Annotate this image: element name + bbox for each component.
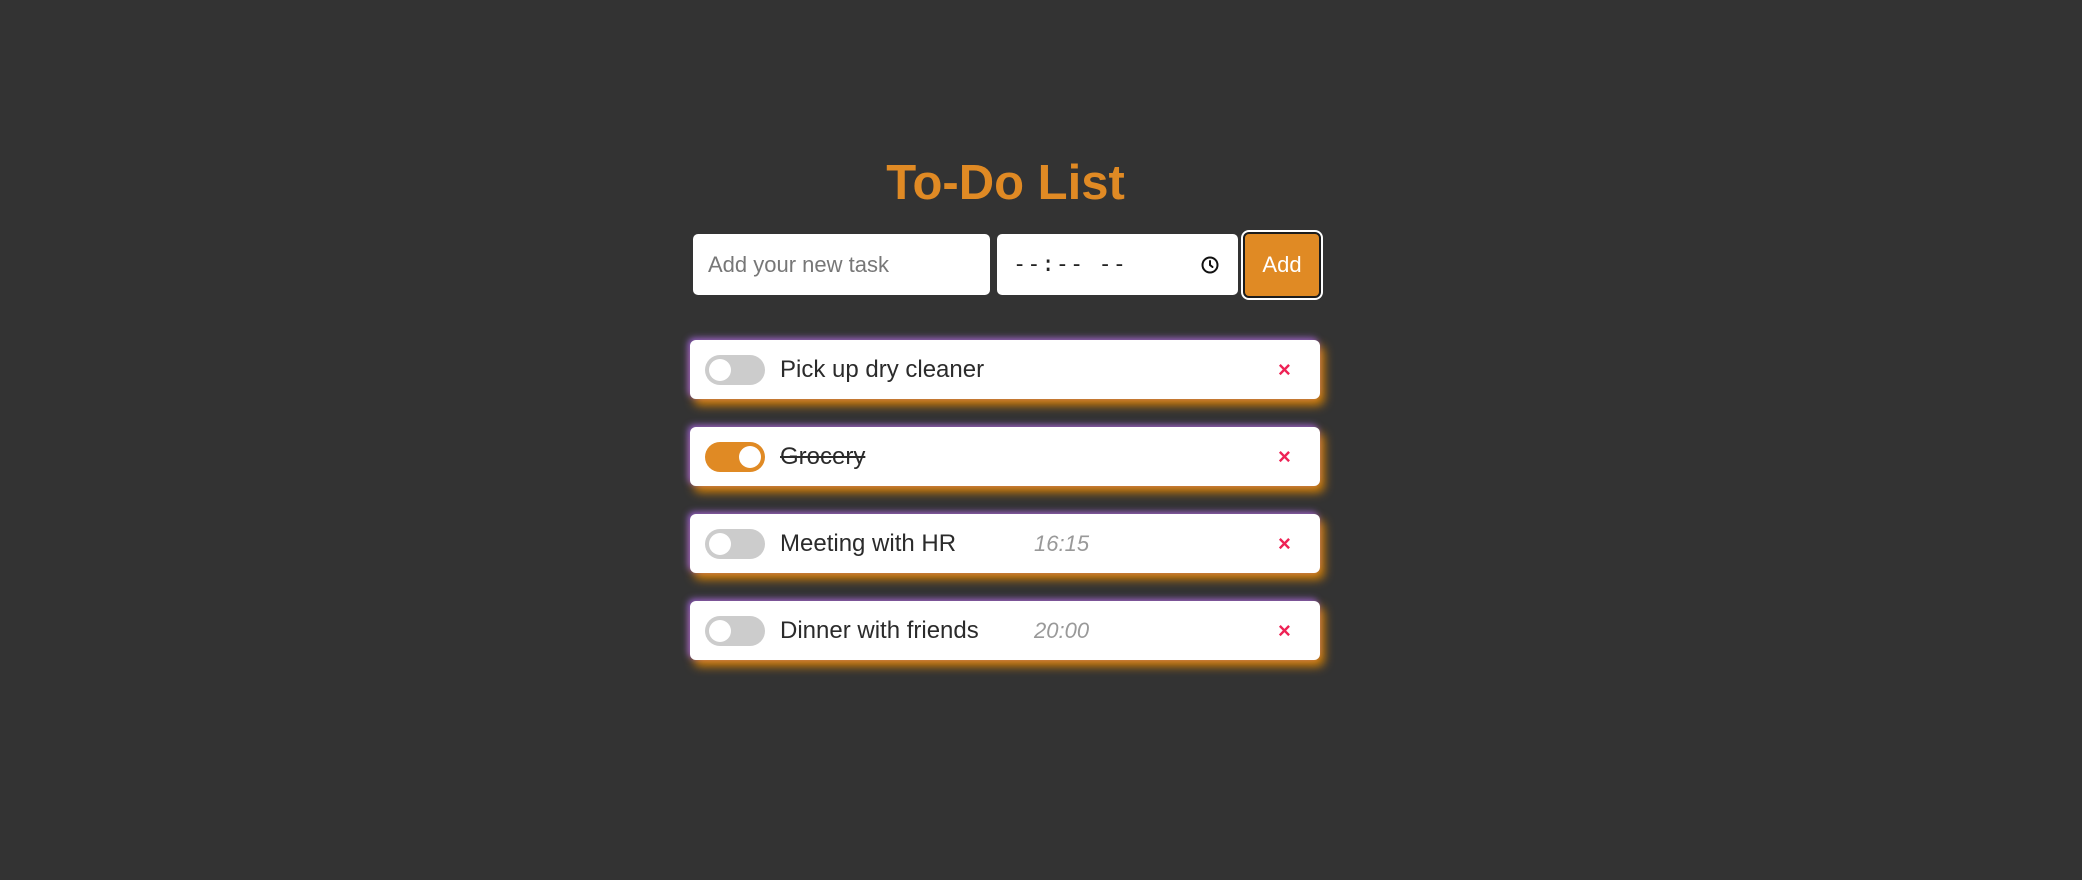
time-input-placeholder: --:-- --: [1013, 252, 1127, 277]
time-input[interactable]: --:-- --: [997, 234, 1238, 295]
toggle-knob: [709, 533, 731, 555]
page-title: To-Do List: [886, 156, 1125, 210]
close-icon[interactable]: ×: [1278, 514, 1291, 573]
task-text: Dinner with friends: [780, 617, 979, 644]
clock-icon[interactable]: [1200, 255, 1220, 275]
task-text: Grocery: [780, 443, 866, 470]
list-item: Dinner with friends 20:00 ×: [690, 601, 1320, 660]
close-icon[interactable]: ×: [1278, 601, 1291, 660]
task-input[interactable]: [693, 234, 990, 295]
task-text: Pick up dry cleaner: [780, 356, 985, 383]
list-item: Meeting with HR 16:15 ×: [690, 514, 1320, 573]
toggle-knob: [739, 446, 761, 468]
todo-app: To-Do List --:-- -- Add Pick up dry clea…: [689, 148, 1322, 660]
close-icon[interactable]: ×: [1278, 340, 1291, 399]
add-task-form: --:-- -- Add: [689, 232, 1322, 298]
list-item: Pick up dry cleaner ×: [690, 340, 1320, 399]
close-icon[interactable]: ×: [1278, 427, 1291, 486]
complete-toggle[interactable]: [705, 355, 765, 385]
task-list: Pick up dry cleaner × Grocery × Meeting …: [690, 340, 1320, 688]
list-item: Grocery ×: [690, 427, 1320, 486]
complete-toggle[interactable]: [705, 616, 765, 646]
complete-toggle[interactable]: [705, 442, 765, 472]
task-text: Meeting with HR: [780, 530, 957, 557]
add-button[interactable]: Add: [1243, 232, 1321, 298]
task-time: 20:00: [1034, 618, 1090, 643]
task-time: 16:15: [1034, 531, 1090, 556]
toggle-knob: [709, 359, 731, 381]
toggle-knob: [709, 620, 731, 642]
complete-toggle[interactable]: [705, 529, 765, 559]
